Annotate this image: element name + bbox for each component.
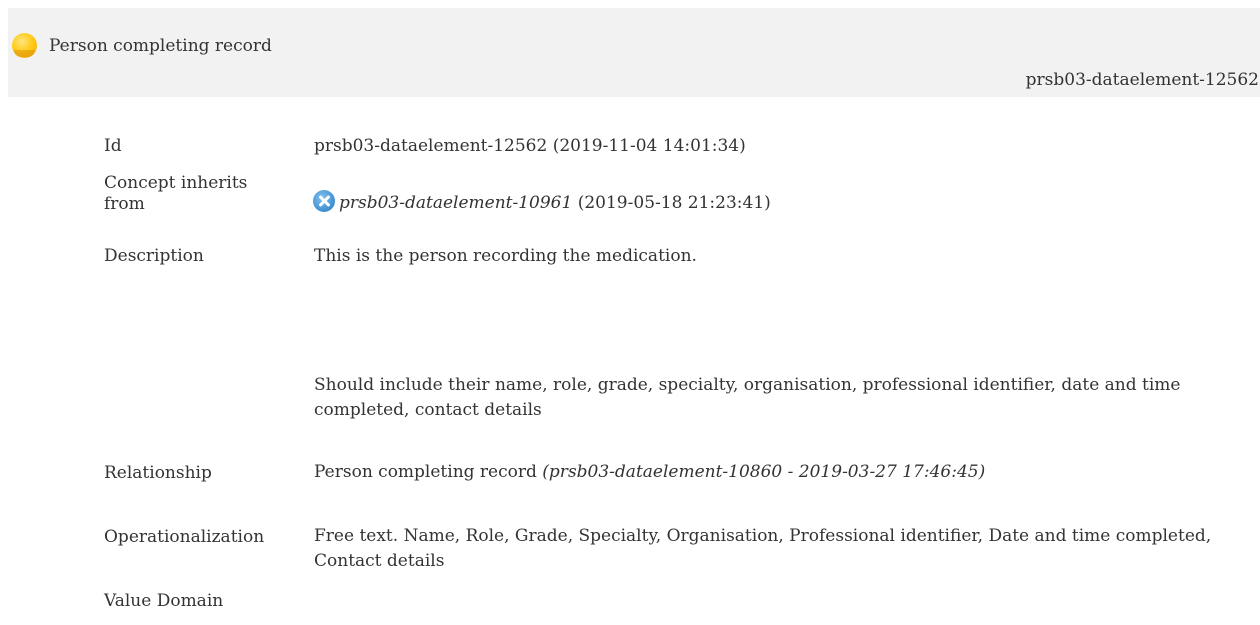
relationship-value: Person completing record (prsb03-dataele… [314,460,1244,485]
concept-inherits-label: Concept inherits from [104,173,248,214]
operationalization-label: Operationalization [104,527,265,547]
value-domain-label: Value Domain [104,591,224,611]
relationship-ref-link[interactable]: (prsb03-dataelement-10860 - 2019-03-27 1… [542,462,985,482]
concept-details: Id prsb03-dataelement-12562 (2019-11-04 … [0,0,1260,625]
relationship-label: Relationship [104,463,212,483]
cancel-circle-icon [313,190,335,212]
concept-inherits-value: prsb03-dataelement-10961 (2019-05-18 21:… [313,190,1244,216]
concept-inherits-date: (2019-05-18 21:23:41) [572,193,771,213]
description-line-1: This is the person recording the medicat… [314,246,697,266]
description-line-2: Should include their name, role, grade, … [314,375,1181,420]
description-label: Description [104,246,204,266]
concept-inherits-link[interactable]: prsb03-dataelement-10961 [339,193,572,213]
id-value: prsb03-dataelement-12562 (2019-11-04 14:… [314,136,746,156]
operationalization-value: Free text. Name, Role, Grade, Specialty,… [314,526,1212,571]
id-label: Id [104,136,122,156]
relationship-name: Person completing record [314,462,543,482]
